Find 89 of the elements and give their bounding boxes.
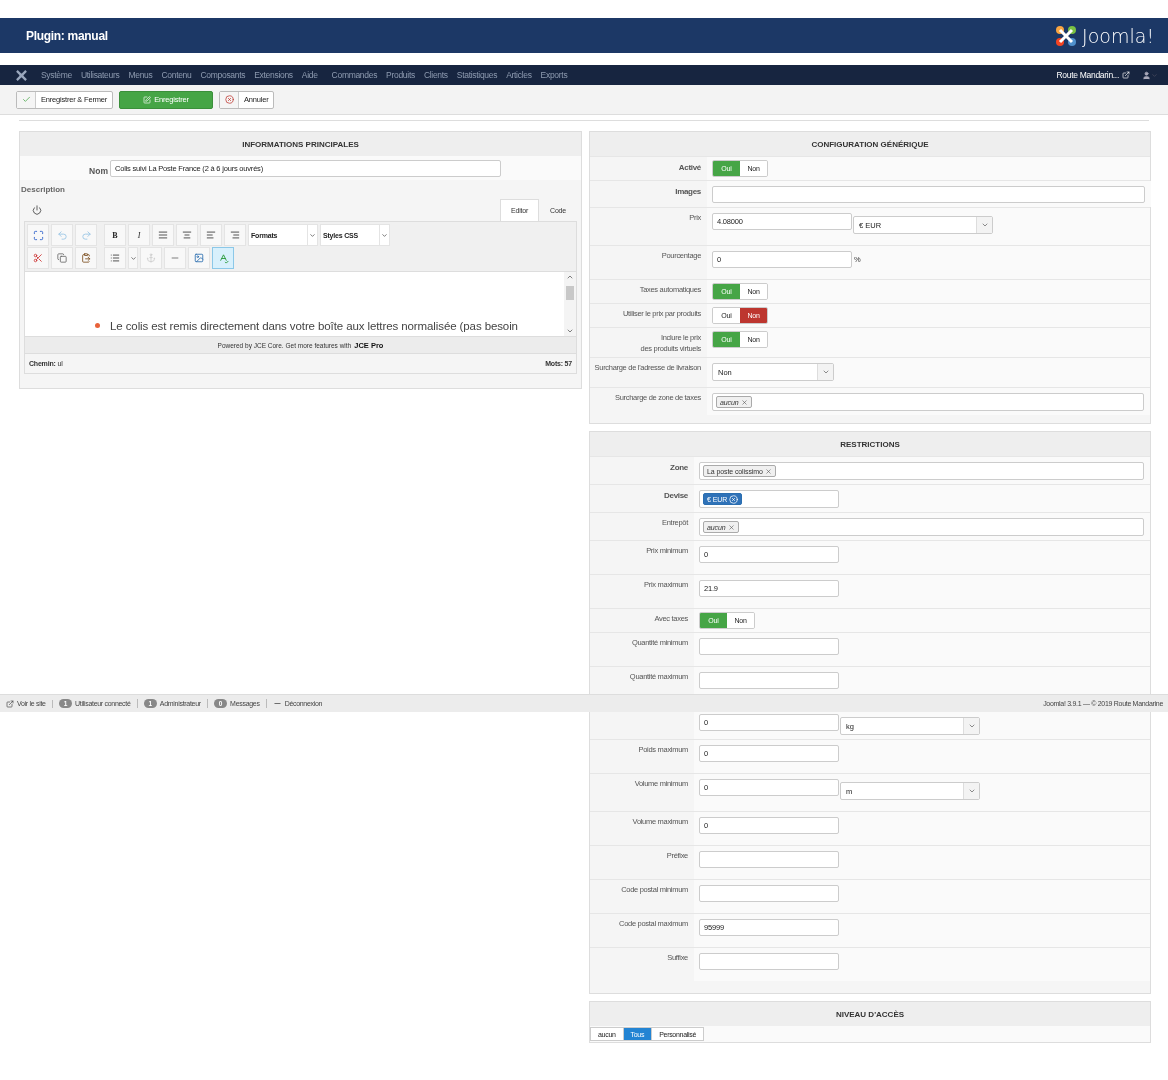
menu-item[interactable]: Clients (423, 70, 448, 80)
menu-item[interactable]: Commandes (331, 70, 378, 80)
close-icon (764, 467, 772, 475)
input-field[interactable] (699, 851, 839, 868)
justify-icon (158, 230, 168, 240)
check-icon (21, 95, 31, 104)
paste-button[interactable] (75, 247, 97, 269)
caret-icon (967, 722, 976, 730)
panel-title: INFORMATIONS PRINCIPALES (20, 132, 581, 156)
list-options-button[interactable] (128, 247, 138, 269)
input-field[interactable] (699, 638, 839, 655)
menu-item[interactable]: Exports (540, 70, 568, 80)
field-label: Images (675, 186, 701, 198)
caret-icon (1151, 71, 1158, 79)
menu-item[interactable]: Système (41, 70, 72, 80)
field-label: Description (20, 184, 66, 196)
scroll-up-icon (566, 273, 574, 281)
close-icon (740, 398, 748, 406)
close-icon (729, 494, 739, 504)
caret-icon (129, 254, 137, 262)
copy-button[interactable] (51, 247, 73, 269)
menu-item[interactable]: Statistiques (456, 70, 498, 80)
scrollbar[interactable] (564, 272, 576, 336)
scissors-icon (33, 253, 43, 263)
editor-text: Le colis est remis directement dans votre boîte aux lettres normalisée (pas besoin (110, 319, 518, 332)
menu-item[interactable]: Composants (200, 70, 246, 80)
caret-icon (381, 231, 388, 239)
scrollbar-thumb[interactable] (566, 286, 574, 300)
input-field[interactable] (712, 186, 1145, 203)
panel-title: CONFIGURATION GÉNÉRIQUE (590, 132, 1150, 156)
align-right-icon (230, 230, 240, 240)
align-right-button[interactable] (224, 224, 246, 246)
logo-icon[interactable] (16, 69, 27, 81)
menu-item[interactable]: Articles (506, 70, 532, 80)
power-icon (32, 205, 42, 215)
undo-icon (56, 229, 68, 241)
copy-icon (57, 253, 67, 263)
input-field[interactable] (699, 885, 839, 902)
anchor-icon (146, 253, 156, 263)
anchor-button[interactable] (140, 247, 162, 269)
paste-icon (81, 253, 91, 263)
user-icon (1142, 70, 1151, 80)
menu-item[interactable]: Produits (386, 70, 415, 80)
panel-title: NIVEAU D'ACCÈS (590, 1002, 1150, 1026)
caret-icon (821, 368, 830, 376)
caret-icon (980, 221, 989, 229)
close-icon (727, 523, 735, 531)
menu-item[interactable]: Contenu (161, 70, 192, 80)
input-field[interactable] (699, 672, 839, 689)
menu-item[interactable]: Aide (301, 70, 318, 80)
list-icon (110, 253, 120, 263)
caret-icon (309, 231, 316, 239)
menu-item[interactable]: Extensions (254, 70, 293, 80)
bold-button[interactable]: B (104, 224, 126, 246)
spellcheck-icon (217, 252, 229, 264)
align-left-button[interactable] (200, 224, 222, 246)
field-label: Nom (88, 164, 109, 176)
fullscreen-button[interactable] (27, 224, 49, 246)
image-button[interactable] (188, 247, 210, 269)
logo-icon (1054, 23, 1079, 48)
caret-icon (967, 787, 976, 795)
external-link-icon (6, 699, 14, 708)
redo-icon (80, 229, 92, 241)
cut-button[interactable] (27, 247, 49, 269)
panel-title: RESTRICTIONS (590, 432, 1150, 456)
user-menu[interactable]: Route Mandarin... (1056, 70, 1119, 80)
page-title: Plugin: manual (26, 28, 108, 43)
fullscreen-icon (32, 229, 44, 241)
field-label: Activé (678, 162, 701, 174)
edit-icon (143, 95, 152, 104)
field-label: Devise (664, 490, 688, 502)
input-field[interactable] (699, 953, 839, 970)
logo-text: Joomla! (1082, 24, 1154, 47)
justify-button[interactable] (152, 224, 174, 246)
bullet-icon (95, 323, 100, 328)
menu-item[interactable]: Utilisateurs (80, 70, 120, 80)
spellcheck-button[interactable] (212, 247, 234, 269)
external-link-icon (1122, 71, 1130, 79)
align-center-button[interactable] (176, 224, 198, 246)
list-button[interactable] (104, 247, 126, 269)
field-label: Zone (670, 462, 688, 474)
scroll-down-icon (566, 327, 574, 335)
menu-item[interactable]: Menus (128, 70, 153, 80)
align-center-icon (182, 230, 192, 240)
italic-button[interactable]: I (128, 224, 150, 246)
image-icon (194, 253, 204, 263)
rule-button[interactable] (164, 247, 186, 269)
close-icon (224, 95, 234, 104)
align-left-icon (206, 230, 216, 240)
